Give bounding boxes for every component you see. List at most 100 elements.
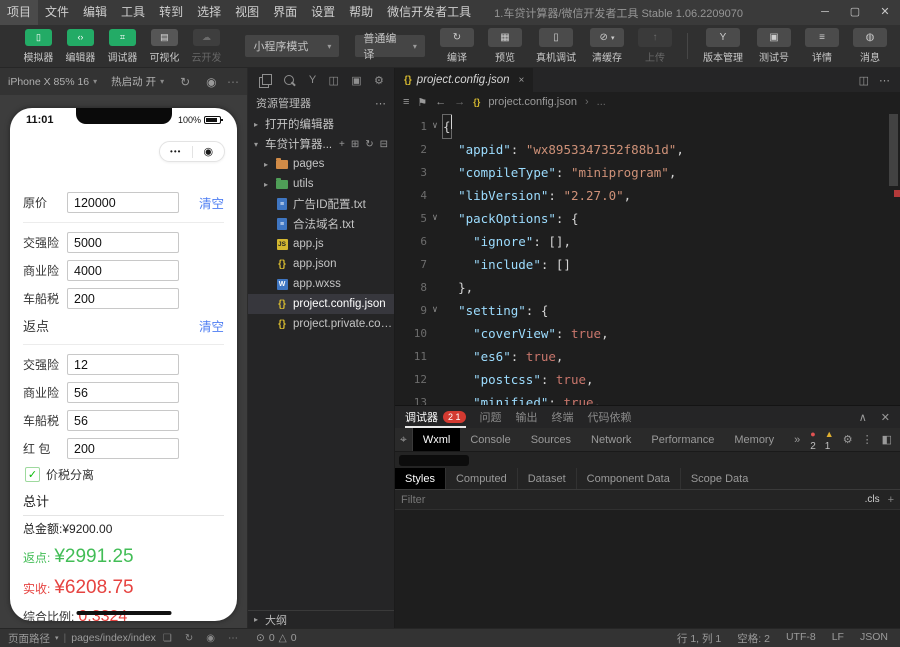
- toggle-class-button[interactable]: .cls: [865, 494, 880, 505]
- more-icon[interactable]: ⋯: [227, 75, 239, 89]
- tab-problems[interactable]: 问题: [480, 409, 502, 425]
- tree-item-legal-domain[interactable]: ≡ 合法域名.txt: [248, 214, 394, 234]
- tree-item-utils[interactable]: ▸ utils: [248, 174, 394, 194]
- files-icon[interactable]: [258, 73, 273, 88]
- language-mode[interactable]: JSON: [860, 631, 888, 646]
- test-account-button[interactable]: ▣ 测试号: [757, 28, 791, 64]
- rebate-tax-input[interactable]: 56: [67, 410, 179, 431]
- code-line[interactable]: 2 "appid": "wx8953347352f88b1d",: [395, 138, 900, 161]
- expand-panel-icon[interactable]: ∧: [859, 411, 867, 424]
- wxml-node[interactable]: [399, 454, 469, 466]
- version-management-button[interactable]: Y 版本管理: [703, 28, 743, 64]
- new-file-icon[interactable]: +: [339, 139, 345, 150]
- dock-side-icon[interactable]: ◧: [882, 433, 892, 446]
- tab-terminal[interactable]: 终端: [552, 409, 574, 425]
- tab-code-deps[interactable]: 代码依赖: [588, 409, 632, 425]
- rebate-compulsory-input[interactable]: 12: [67, 354, 179, 375]
- commercial-insurance-input[interactable]: 4000: [67, 260, 179, 281]
- tab-computed[interactable]: Computed: [446, 468, 518, 489]
- tab-component-data[interactable]: Component Data: [577, 468, 681, 489]
- fold-icon[interactable]: ∨: [427, 299, 443, 322]
- outline-section[interactable]: ▸ 大纲: [248, 610, 394, 628]
- split-editor-icon[interactable]: ◫: [328, 74, 338, 87]
- problems-error-icon[interactable]: ⊙: [256, 632, 265, 644]
- tab-debugger[interactable]: 调试器 2 1: [405, 406, 466, 428]
- devtools-tab-sources[interactable]: Sources: [521, 428, 581, 451]
- more-icon[interactable]: •••: [160, 147, 192, 156]
- new-style-rule-icon[interactable]: +: [888, 494, 894, 506]
- menu-goto[interactable]: 转到: [152, 0, 190, 25]
- tree-item-app-json[interactable]: {} app.json: [248, 254, 394, 274]
- tab-project-config-json[interactable]: {} project.config.json ×: [395, 68, 534, 92]
- tree-item-app-js[interactable]: JS app.js: [248, 234, 394, 254]
- error-count[interactable]: 2: [810, 441, 816, 452]
- breadcrumb-more[interactable]: ...: [597, 96, 606, 108]
- tab-styles[interactable]: Styles: [395, 468, 446, 489]
- compile-mode-dropdown[interactable]: 普通编译 ▾: [355, 33, 425, 61]
- forward-icon[interactable]: →: [454, 96, 465, 108]
- menu-project[interactable]: 项目: [0, 0, 39, 25]
- copy-icon[interactable]: ❏: [163, 633, 172, 644]
- tree-item-project-private-config[interactable]: {} project.private.config.js...: [248, 314, 394, 334]
- split-editor-icon[interactable]: ◫: [859, 74, 869, 87]
- more-icon[interactable]: ⋯: [228, 633, 238, 644]
- problems-warning-icon[interactable]: △: [279, 632, 287, 644]
- rebate-commercial-input[interactable]: 56: [67, 382, 179, 403]
- close-miniprogram-icon[interactable]: ◉: [193, 145, 225, 158]
- device-dropdown[interactable]: iPhone X 85% 16: [8, 76, 89, 88]
- tab-output[interactable]: 输出: [516, 409, 538, 425]
- editor-toggle-button[interactable]: ‹› 编辑器: [65, 28, 95, 64]
- search-icon[interactable]: [283, 74, 296, 87]
- outline-menu-icon[interactable]: ≡: [403, 96, 409, 108]
- code-line[interactable]: 11 "es6": true,: [395, 345, 900, 368]
- details-button[interactable]: ≡ 详情: [805, 28, 839, 64]
- code-line[interactable]: 6 "ignore": [],: [395, 230, 900, 253]
- minimize-icon[interactable]: ─: [810, 0, 840, 25]
- devtools-tab-memory[interactable]: Memory: [724, 428, 784, 451]
- code-line[interactable]: 1 ∨{: [395, 114, 900, 139]
- collapse-all-icon[interactable]: ⊟: [380, 139, 388, 150]
- menu-tools[interactable]: 工具: [114, 0, 152, 25]
- indentation[interactable]: 空格: 2: [737, 631, 770, 646]
- fold-icon[interactable]: ∨: [427, 207, 443, 230]
- inspect-element-icon[interactable]: ⌖: [395, 428, 413, 451]
- refresh-icon[interactable]: ↻: [365, 139, 373, 150]
- code-line[interactable]: 13 "minified": true,: [395, 391, 900, 405]
- devtools-tab-wxml[interactable]: Wxml: [412, 428, 461, 451]
- back-icon[interactable]: ←: [435, 96, 446, 108]
- menu-settings[interactable]: 设置: [304, 0, 342, 25]
- tree-item-pages[interactable]: ▸ pages: [248, 154, 394, 174]
- tree-item-project-config[interactable]: {} project.config.json: [248, 294, 394, 314]
- code-line[interactable]: 7 "include": []: [395, 253, 900, 276]
- devtools-overflow-icon[interactable]: »: [784, 428, 810, 451]
- devtools-menu-icon[interactable]: ⋮: [862, 433, 873, 446]
- tree-item-app-wxss[interactable]: W app.wxss: [248, 274, 394, 294]
- source-control-icon[interactable]: Y: [309, 74, 316, 86]
- code-line[interactable]: 12 "postcss": true,: [395, 368, 900, 391]
- compulsory-insurance-input[interactable]: 5000: [67, 232, 179, 253]
- price-input[interactable]: 120000: [67, 192, 179, 213]
- more-icon[interactable]: ⋯: [879, 74, 890, 87]
- messages-button[interactable]: ◍ 消息: [853, 28, 887, 64]
- more-icon[interactable]: ⋯: [375, 97, 386, 110]
- code-line[interactable]: 9 ∨ "setting": {: [395, 299, 900, 322]
- real-device-debug-button[interactable]: ▯ 真机调试: [536, 28, 576, 64]
- code-line[interactable]: 4 "libVersion": "2.27.0",: [395, 184, 900, 207]
- devtools-tab-console[interactable]: Console: [460, 428, 520, 451]
- debugger-toggle-button[interactable]: ⌗ 调试器: [107, 28, 137, 64]
- devtools-settings-icon[interactable]: ⚙: [843, 433, 853, 446]
- close-icon[interactable]: ✕: [870, 0, 900, 25]
- menu-file[interactable]: 文件: [38, 0, 76, 25]
- capsule-menu[interactable]: ••• ◉: [159, 141, 225, 162]
- fold-icon[interactable]: ∨: [427, 115, 443, 138]
- code-line[interactable]: 3 "compileType": "miniprogram",: [395, 161, 900, 184]
- visualization-button[interactable]: ▤ 可视化: [149, 28, 179, 64]
- bookmark-icon[interactable]: ⚑: [417, 96, 427, 109]
- red-packet-input[interactable]: 200: [67, 438, 179, 459]
- menu-help[interactable]: 帮助: [342, 0, 380, 25]
- compile-button[interactable]: ↻ 编译: [440, 28, 474, 64]
- tax-separation-checkbox[interactable]: ✓ 价税分离: [25, 466, 224, 483]
- tree-item-ad-config[interactable]: ≡ 广告ID配置.txt: [248, 194, 394, 214]
- record-icon[interactable]: ◉: [206, 75, 216, 89]
- vehicle-tax-input[interactable]: 200: [67, 288, 179, 309]
